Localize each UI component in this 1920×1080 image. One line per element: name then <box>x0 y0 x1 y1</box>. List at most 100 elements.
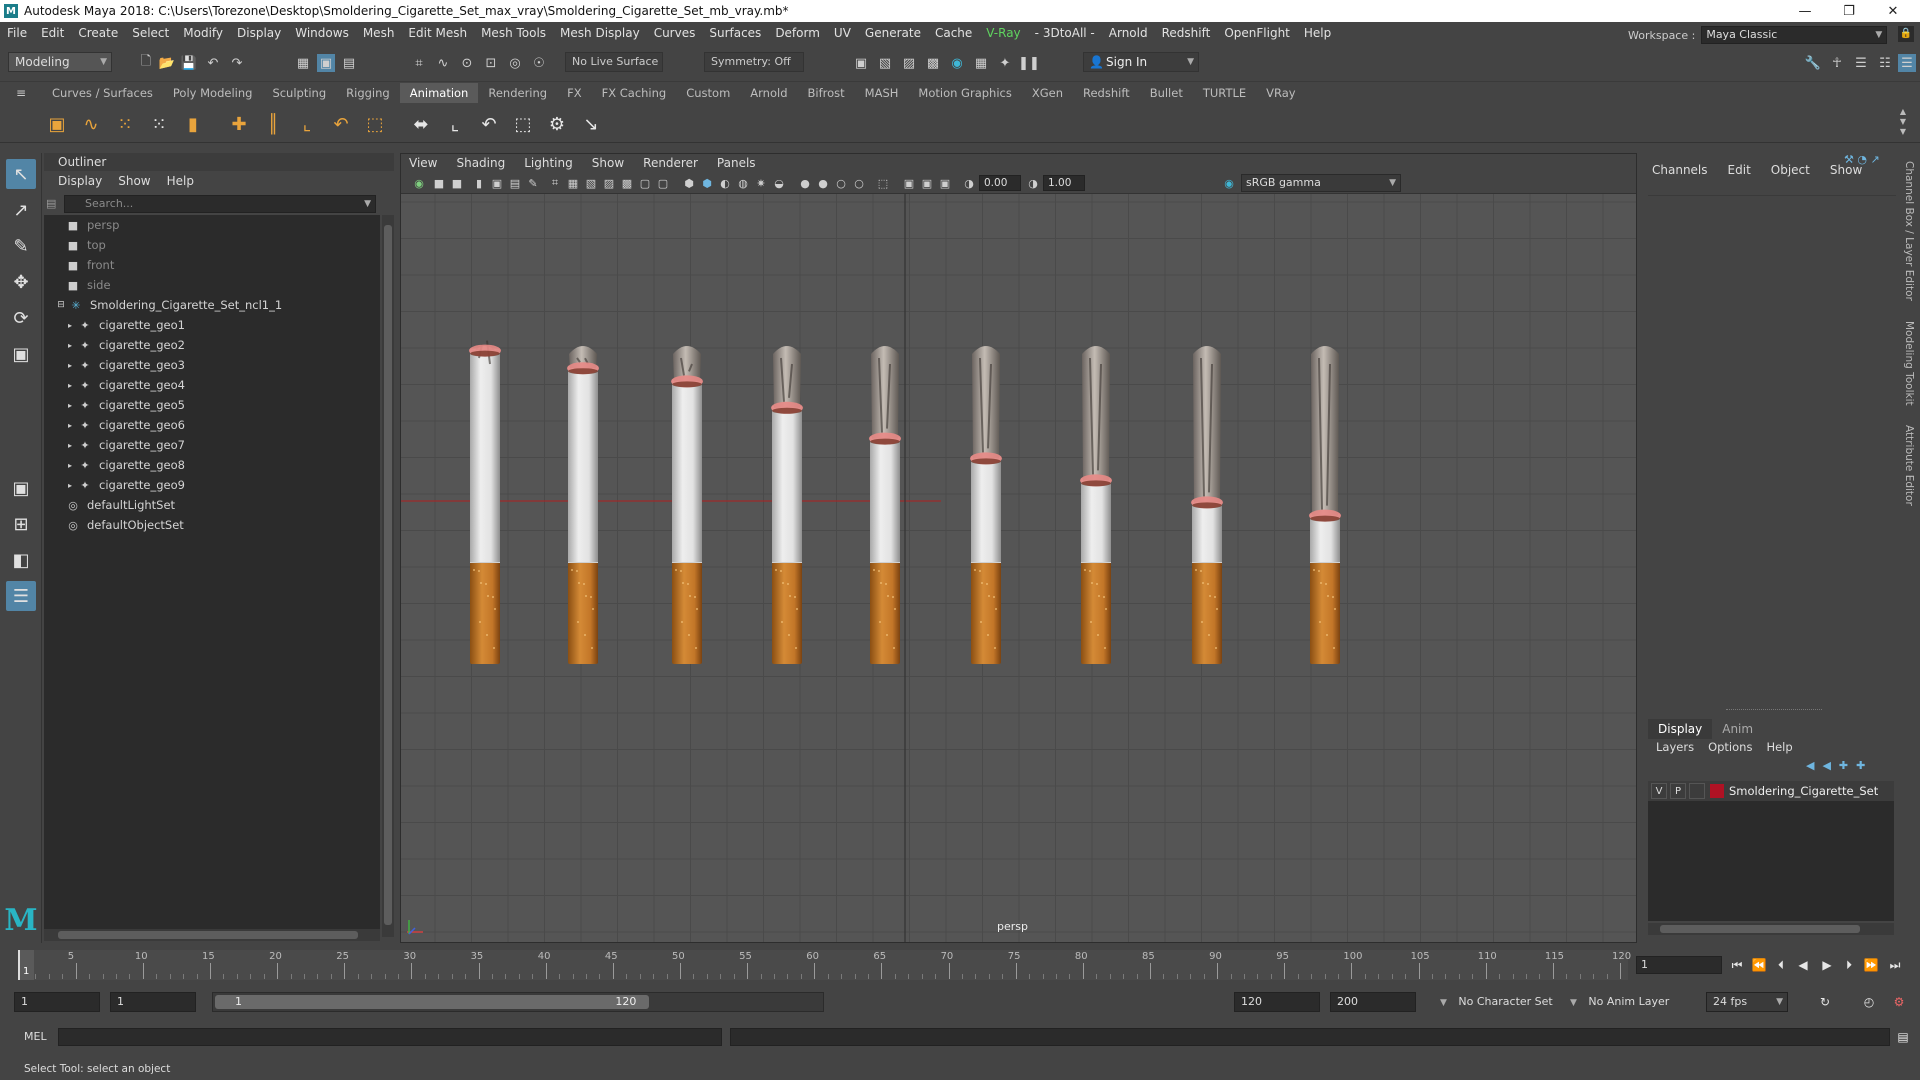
close-button[interactable]: ✕ <box>1870 0 1916 22</box>
viewport-menu-renderer[interactable]: Renderer <box>643 156 698 170</box>
menu-vray[interactable]: V-Ray <box>979 26 1027 40</box>
expand-icon[interactable]: ▸ <box>66 361 74 370</box>
outliner-item-geo[interactable]: ▸ ✦ cigarette_geo4 <box>44 375 380 395</box>
cigarette-model[interactable] <box>469 340 501 664</box>
expand-icon[interactable]: ▸ <box>66 421 74 430</box>
wireframe-on-shaded-icon[interactable]: ◐ <box>717 175 733 191</box>
outliner-item-geo[interactable]: ▸ ✦ cigarette_geo9 <box>44 475 380 495</box>
shelf-tab-fx[interactable]: FX <box>557 83 592 103</box>
isolate-select-icon[interactable]: ⬚ <box>875 175 891 191</box>
ipr-render-icon[interactable]: ▨ <box>900 54 918 72</box>
channel-box-icons[interactable]: ⚒ ◔ ↗ <box>1844 153 1880 166</box>
menu-file[interactable]: File <box>0 26 34 40</box>
expand-icon[interactable]: ▸ <box>66 341 74 350</box>
snap-surface-icon[interactable]: ◎ <box>506 54 524 72</box>
range-slider[interactable]: 1 120 <box>212 992 824 1012</box>
exposure-field[interactable]: 0.00 <box>979 175 1021 191</box>
graph-editor-icon[interactable]: ∿ <box>78 111 104 137</box>
character-set-dropdown[interactable]: ▼ No Character Set <box>1440 992 1553 1012</box>
channels-object-menu[interactable]: Object <box>1771 163 1810 177</box>
cigarette-model[interactable] <box>671 346 703 664</box>
viewport-menu-shading[interactable]: Shading <box>456 156 505 170</box>
shelf-tab-rendering[interactable]: Rendering <box>478 83 557 103</box>
persp-outliner-layout-icon[interactable]: ◧ <box>6 545 36 575</box>
gamma-field[interactable]: 1.00 <box>1043 175 1085 191</box>
layer-help-menu[interactable]: Help <box>1766 740 1792 754</box>
shelf-tab-poly-modeling[interactable]: Poly Modeling <box>163 83 263 103</box>
four-view-layout-icon[interactable]: ⊞ <box>6 509 36 539</box>
script-editor-icon[interactable]: ▤ <box>1894 1028 1912 1046</box>
menu-3dtoall[interactable]: - 3DtoAll - <box>1028 26 1102 40</box>
trax-editor-icon[interactable]: ⁙ <box>146 111 172 137</box>
redo-icon[interactable]: ↷ <box>228 54 246 72</box>
outliner-item-group[interactable]: ⊟ ✳ Smoldering_Cigarette_Set_ncl1_1 <box>44 295 380 315</box>
pole-vector-icon[interactable]: ↘ <box>578 111 604 137</box>
menu-display[interactable]: Display <box>230 26 288 40</box>
motion-blur-icon[interactable]: ● <box>815 175 831 191</box>
shelf-menu-icon[interactable]: ≡ <box>16 86 26 100</box>
menu-cache[interactable]: Cache <box>928 26 979 40</box>
current-time-indicator[interactable]: 1 <box>18 950 34 980</box>
cigarette-model[interactable] <box>869 346 901 664</box>
panel-splitter[interactable] <box>1726 709 1822 713</box>
menu-modify[interactable]: Modify <box>176 26 230 40</box>
dope-sheet-icon[interactable]: ⁙ <box>112 111 138 137</box>
menu-mesh-tools[interactable]: Mesh Tools <box>474 26 553 40</box>
shelf-tab-custom[interactable]: Custom <box>676 83 740 103</box>
snap-curve-icon[interactable]: ∿ <box>434 54 452 72</box>
animation-start-field[interactable]: 1 <box>14 992 100 1012</box>
shelf-tab-arnold[interactable]: Arnold <box>740 83 797 103</box>
menu-create[interactable]: Create <box>71 26 125 40</box>
menu-uv[interactable]: UV <box>827 26 858 40</box>
script-language-toggle[interactable]: MEL <box>24 1030 47 1043</box>
outliner-item-geo[interactable]: ▸ ✦ cigarette_geo7 <box>44 435 380 455</box>
step-forward-key-icon[interactable]: ⏩ <box>1862 956 1880 974</box>
image-plane-icon[interactable]: ▣ <box>489 175 505 191</box>
outliner-h-scrollbar[interactable] <box>44 929 380 941</box>
lock-icon[interactable]: 🔒 <box>1898 26 1914 42</box>
ambient-occlusion-icon[interactable]: ● <box>797 175 813 191</box>
layer-display-type[interactable] <box>1689 783 1705 799</box>
render-frame-icon[interactable]: ▧ <box>876 54 894 72</box>
sign-in-button[interactable]: 👤 Sign In ▼ <box>1083 52 1199 72</box>
layer-row[interactable]: V P Smoldering_Cigarette_Set <box>1648 781 1894 801</box>
scale-tool-icon[interactable]: ▣ <box>6 339 36 369</box>
viewport-menu-lighting[interactable]: Lighting <box>524 156 573 170</box>
expand-icon[interactable]: ▸ <box>66 481 74 490</box>
play-backwards-icon[interactable]: ◀ <box>1794 956 1812 974</box>
snap-grid-icon[interactable]: ⌗ <box>410 54 428 72</box>
outliner-layout-icon[interactable]: ☰ <box>6 581 36 611</box>
outliner-item-set[interactable]: ◎ defaultObjectSet <box>44 515 380 535</box>
side-tab-attribute-editor[interactable]: Attribute Editor <box>1903 425 1915 506</box>
rotate-tool-icon[interactable]: ⟳ <box>6 303 36 333</box>
menu-set-dropdown[interactable]: Modeling ▼ <box>8 52 112 72</box>
gamma-icon[interactable]: ◑ <box>1025 175 1041 191</box>
shelf-tab-bifrost[interactable]: Bifrost <box>798 83 855 103</box>
xray-components-icon[interactable]: ▣ <box>937 175 953 191</box>
go-to-end-icon[interactable]: ⏭ <box>1886 956 1904 974</box>
fps-dropdown[interactable]: 24 fps ▼ <box>1706 992 1788 1012</box>
menu-redshift[interactable]: Redshift <box>1155 26 1218 40</box>
film-gate-icon[interactable]: ▦ <box>565 175 581 191</box>
expand-icon[interactable]: ▸ <box>66 321 74 330</box>
move-tool-icon[interactable]: ✥ <box>6 267 36 297</box>
menu-generate[interactable]: Generate <box>858 26 928 40</box>
animation-end-field[interactable]: 200 <box>1330 992 1416 1012</box>
single-perspective-layout-icon[interactable]: ▣ <box>6 473 36 503</box>
shelf-tab-rigging[interactable]: Rigging <box>336 83 400 103</box>
outliner-item-geo[interactable]: ▸ ✦ cigarette_geo1 <box>44 315 380 335</box>
scale-constraint-icon[interactable]: ⬚ <box>510 111 536 137</box>
menu-deform[interactable]: Deform <box>768 26 827 40</box>
textured-icon[interactable]: ◍ <box>735 175 751 191</box>
outliner-item-top[interactable]: ■ top <box>44 235 380 255</box>
viewport-menu-view[interactable]: View <box>409 156 437 170</box>
tool-settings-icon[interactable]: ☷ <box>1876 54 1894 72</box>
outliner-search-input[interactable]: Search... ▼ <box>64 195 376 213</box>
outliner-item-geo[interactable]: ▸ ✦ cigarette_geo3 <box>44 355 380 375</box>
tab-anim[interactable]: Anim <box>1712 719 1763 739</box>
modeling-toolkit-icon[interactable]: 🔧 <box>1804 54 1822 72</box>
render-settings-icon[interactable]: ▩ <box>924 54 942 72</box>
field-chart-icon[interactable]: ▩ <box>619 175 635 191</box>
shelf-tab-redshift[interactable]: Redshift <box>1073 83 1140 103</box>
outliner-menu-help[interactable]: Help <box>167 174 194 188</box>
